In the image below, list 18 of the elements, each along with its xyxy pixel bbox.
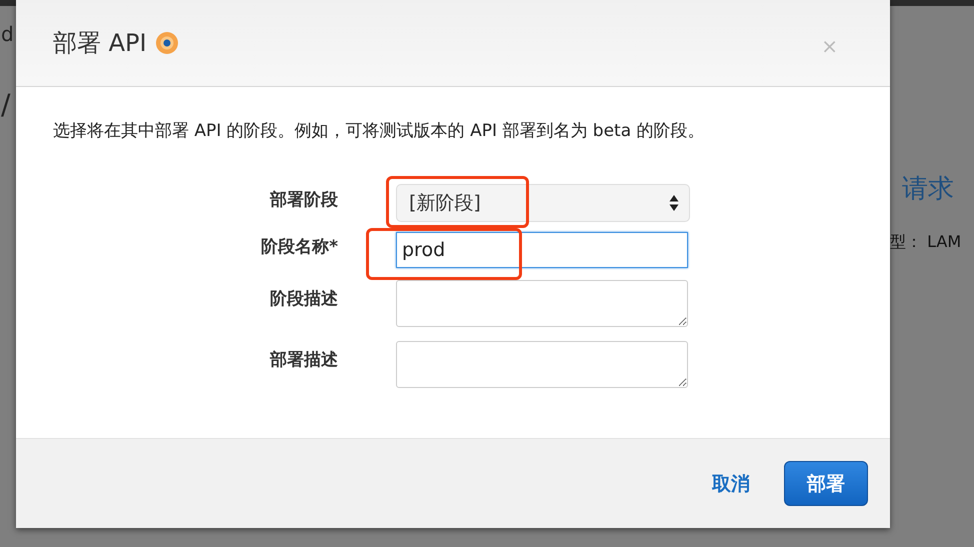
text-area[interactable] — [396, 341, 688, 388]
type-label: 型： LAM — [890, 232, 962, 253]
field-label: 部署描述 — [268, 349, 339, 371]
cancel-link[interactable]: 取消 — [712, 470, 750, 496]
intro-text: 选择将在其中部署 API 的阶段。例如，可将测试版本的 API 部署到名为 beta 的阶段。 — [53, 120, 706, 142]
section-heading: 请求 — [902, 173, 955, 206]
text-area[interactable] — [396, 280, 688, 327]
status-icon — [154, 31, 179, 55]
background-text: / — [1, 88, 12, 121]
field-label: 阶段名称* — [260, 236, 339, 258]
field-label: 部署阶段 — [268, 188, 339, 210]
stage-select[interactable]: [新阶段] — [396, 184, 690, 222]
input-field[interactable]: prod — [396, 232, 688, 268]
field-label: 阶段描述 — [269, 288, 339, 310]
deploy-button[interactable]: 部署 — [784, 461, 868, 506]
updown-icon — [669, 194, 679, 212]
background-text: d — [1, 22, 14, 46]
dialog-title: 部署 API — [53, 28, 147, 59]
